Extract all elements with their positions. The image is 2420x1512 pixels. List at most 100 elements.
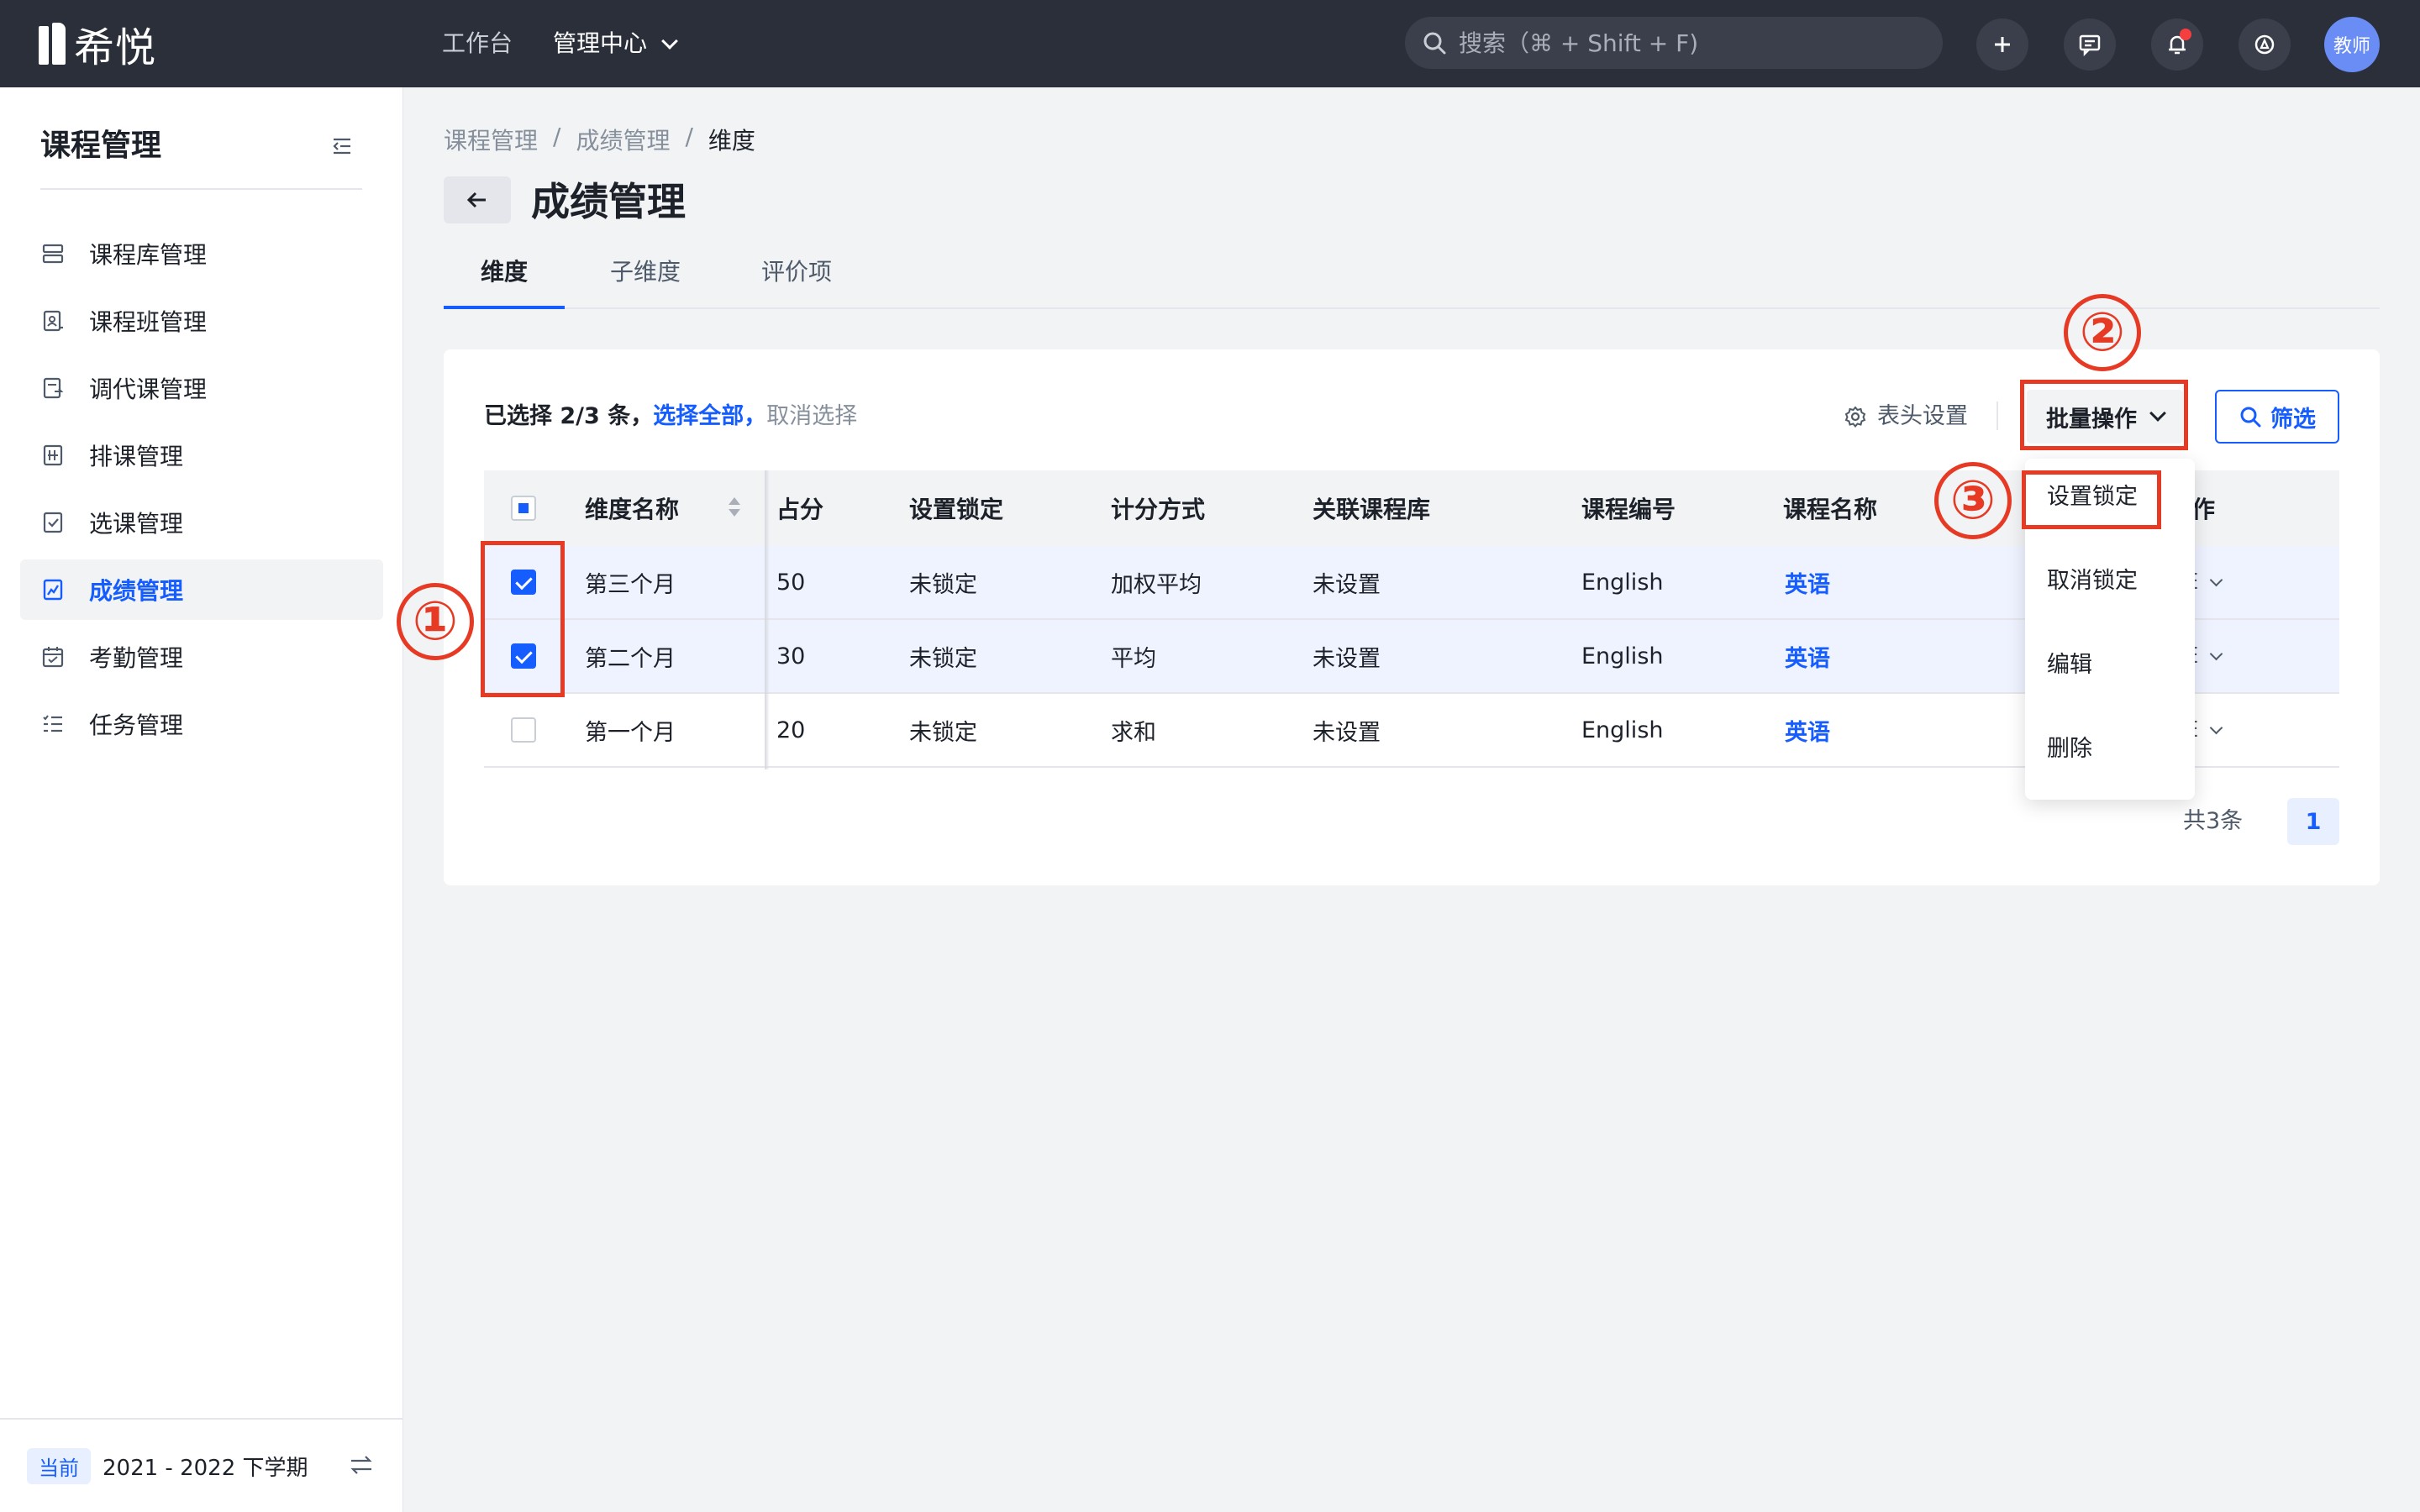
cell-library: 未设置 xyxy=(1313,571,1381,598)
tab-dimension[interactable]: 维度 xyxy=(444,250,565,309)
sidebar-item-label: 成绩管理 xyxy=(89,577,184,605)
column-header-code: 课程编号 xyxy=(1581,496,1676,523)
sidebar-menu: 课程库管理 课程班管理 调代课管理 排课管理 选课管理 成绩管理 考勤管理 任务… xyxy=(20,223,383,761)
cell-lock: 未锁定 xyxy=(909,719,977,746)
fixed-column-shadow xyxy=(765,470,770,769)
logo-mark-icon xyxy=(39,23,69,65)
selection-info: 已选择 2/3 条，选择全部，取消选择 xyxy=(484,400,857,433)
global-search[interactable] xyxy=(1405,17,1943,69)
cell-score: 50 xyxy=(776,569,806,596)
column-settings-button[interactable]: 表头设置 xyxy=(1844,400,1968,433)
row-checkbox[interactable] xyxy=(511,717,536,743)
chevron-down-icon xyxy=(2210,721,2223,734)
selection-count: 已选择 2/3 条， xyxy=(484,403,654,429)
class-icon xyxy=(40,308,66,333)
sidebar-title: 课程管理 xyxy=(40,129,162,163)
messages-button[interactable] xyxy=(2064,18,2116,71)
filter-label: 筛选 xyxy=(2270,406,2316,433)
sidebar-item-attendance[interactable]: 考勤管理 xyxy=(20,627,383,687)
task-list-icon xyxy=(40,711,66,737)
cell-code: English xyxy=(1581,569,1664,596)
pagination-total: 共3条 xyxy=(2183,808,2244,834)
collapse-sidebar-icon[interactable] xyxy=(330,134,354,158)
sidebar-item-course-library[interactable]: 课程库管理 xyxy=(20,223,383,284)
arrow-left-icon xyxy=(466,192,486,208)
nav-admin-center-label: 管理中心 xyxy=(553,29,648,57)
logo-text: 希悦 xyxy=(74,24,157,71)
switch-icon[interactable] xyxy=(348,1453,375,1477)
sidebar-item-label: 选课管理 xyxy=(89,510,184,538)
sidebar-item-label: 课程班管理 xyxy=(89,308,208,336)
column-header-method: 计分方式 xyxy=(1111,496,1206,523)
sidebar: 课程管理 课程库管理 课程班管理 调代课管理 排课管理 选课管理 成绩管理 考勤… xyxy=(0,87,403,1512)
pagination-page-1[interactable]: 1 xyxy=(2287,798,2339,845)
cell-lock: 未锁定 xyxy=(909,645,977,672)
cell-course-link[interactable]: 英语 xyxy=(1785,546,1830,618)
annotation-box-2 xyxy=(2020,380,2188,450)
cell-score: 20 xyxy=(776,717,806,743)
compass-icon xyxy=(2254,34,2275,55)
cancel-selection-link[interactable]: 取消选择 xyxy=(766,403,857,429)
select-all-checkbox[interactable] xyxy=(511,496,536,521)
cell-name: 第一个月 xyxy=(585,719,676,746)
search-input[interactable] xyxy=(1459,29,1929,57)
breadcrumb-item[interactable]: 课程管理 xyxy=(444,123,538,156)
column-header-course: 课程名称 xyxy=(1783,496,1878,523)
cell-code: English xyxy=(1581,717,1664,743)
top-bar: 希悦 工作台 管理中心 教师 xyxy=(0,0,2420,87)
toolbar-divider xyxy=(1996,402,1998,430)
nav-workbench[interactable]: 工作台 xyxy=(442,25,513,62)
cell-method: 加权平均 xyxy=(1111,571,1202,598)
term-switcher[interactable]: 当前 2021 - 2022 下学期 xyxy=(0,1418,403,1512)
current-term-tag: 当前 xyxy=(27,1447,91,1484)
menu-item-unlock[interactable]: 取消锁定 xyxy=(2047,564,2138,598)
cell-score: 30 xyxy=(776,643,806,669)
sidebar-item-tasks[interactable]: 任务管理 xyxy=(20,694,383,754)
select-all-link[interactable]: 选择全部， xyxy=(653,403,766,429)
app-logo[interactable]: 希悦 xyxy=(39,22,156,71)
add-button[interactable] xyxy=(1976,18,2028,71)
cell-code: English xyxy=(1581,643,1664,669)
user-avatar[interactable]: 教师 xyxy=(2324,17,2380,72)
top-nav: 工作台 管理中心 xyxy=(442,25,678,62)
calendar-check-icon xyxy=(40,644,66,669)
schedule-icon xyxy=(40,443,66,468)
menu-item-edit[interactable]: 编辑 xyxy=(2047,648,2092,682)
menu-item-delete[interactable]: 删除 xyxy=(2047,732,2092,766)
apps-button[interactable] xyxy=(2238,18,2291,71)
sort-icon[interactable] xyxy=(728,497,741,519)
cell-course-link[interactable]: 英语 xyxy=(1785,620,1830,692)
column-header-name[interactable]: 维度名称 xyxy=(585,470,679,546)
cell-library: 未设置 xyxy=(1313,645,1381,672)
cell-course-link[interactable]: 英语 xyxy=(1785,694,1830,766)
breadcrumb: 课程管理 / 成绩管理 / 维度 xyxy=(444,123,755,156)
annotation-number-3: ③ xyxy=(1934,462,2012,539)
sidebar-item-course-selection[interactable]: 选课管理 xyxy=(20,492,383,553)
notifications-button[interactable] xyxy=(2151,18,2203,71)
filter-button[interactable]: 筛选 xyxy=(2215,390,2339,444)
nav-admin-center[interactable]: 管理中心 xyxy=(553,25,678,62)
cell-lock: 未锁定 xyxy=(909,571,977,598)
tab-sub-dimension[interactable]: 子维度 xyxy=(592,250,699,309)
breadcrumb-current: 维度 xyxy=(708,127,755,155)
tab-evaluation-item[interactable]: 评价项 xyxy=(743,250,850,309)
sidebar-item-substitute[interactable]: 调代课管理 xyxy=(20,358,383,418)
annotation-box-3 xyxy=(2022,470,2161,529)
chat-icon xyxy=(2079,34,2101,56)
notification-dot xyxy=(2180,29,2191,40)
gear-icon xyxy=(1844,406,1866,428)
sidebar-item-grades[interactable]: 成绩管理 xyxy=(20,559,383,620)
back-button[interactable] xyxy=(444,176,511,223)
page-title: 成绩管理 xyxy=(531,179,686,224)
sidebar-item-label: 考勤管理 xyxy=(89,644,184,672)
cell-library: 未设置 xyxy=(1313,719,1381,746)
sidebar-item-scheduling[interactable]: 排课管理 xyxy=(20,425,383,486)
sidebar-item-course-class[interactable]: 课程班管理 xyxy=(20,291,383,351)
column-header-lock: 设置锁定 xyxy=(909,496,1004,523)
breadcrumb-item[interactable]: 成绩管理 xyxy=(576,123,670,156)
sidebar-item-label: 调代课管理 xyxy=(89,375,208,403)
annotation-number-2: ② xyxy=(2064,294,2141,371)
cell-name: 第二个月 xyxy=(585,645,676,672)
search-icon xyxy=(1423,32,1446,55)
database-icon xyxy=(40,241,66,266)
